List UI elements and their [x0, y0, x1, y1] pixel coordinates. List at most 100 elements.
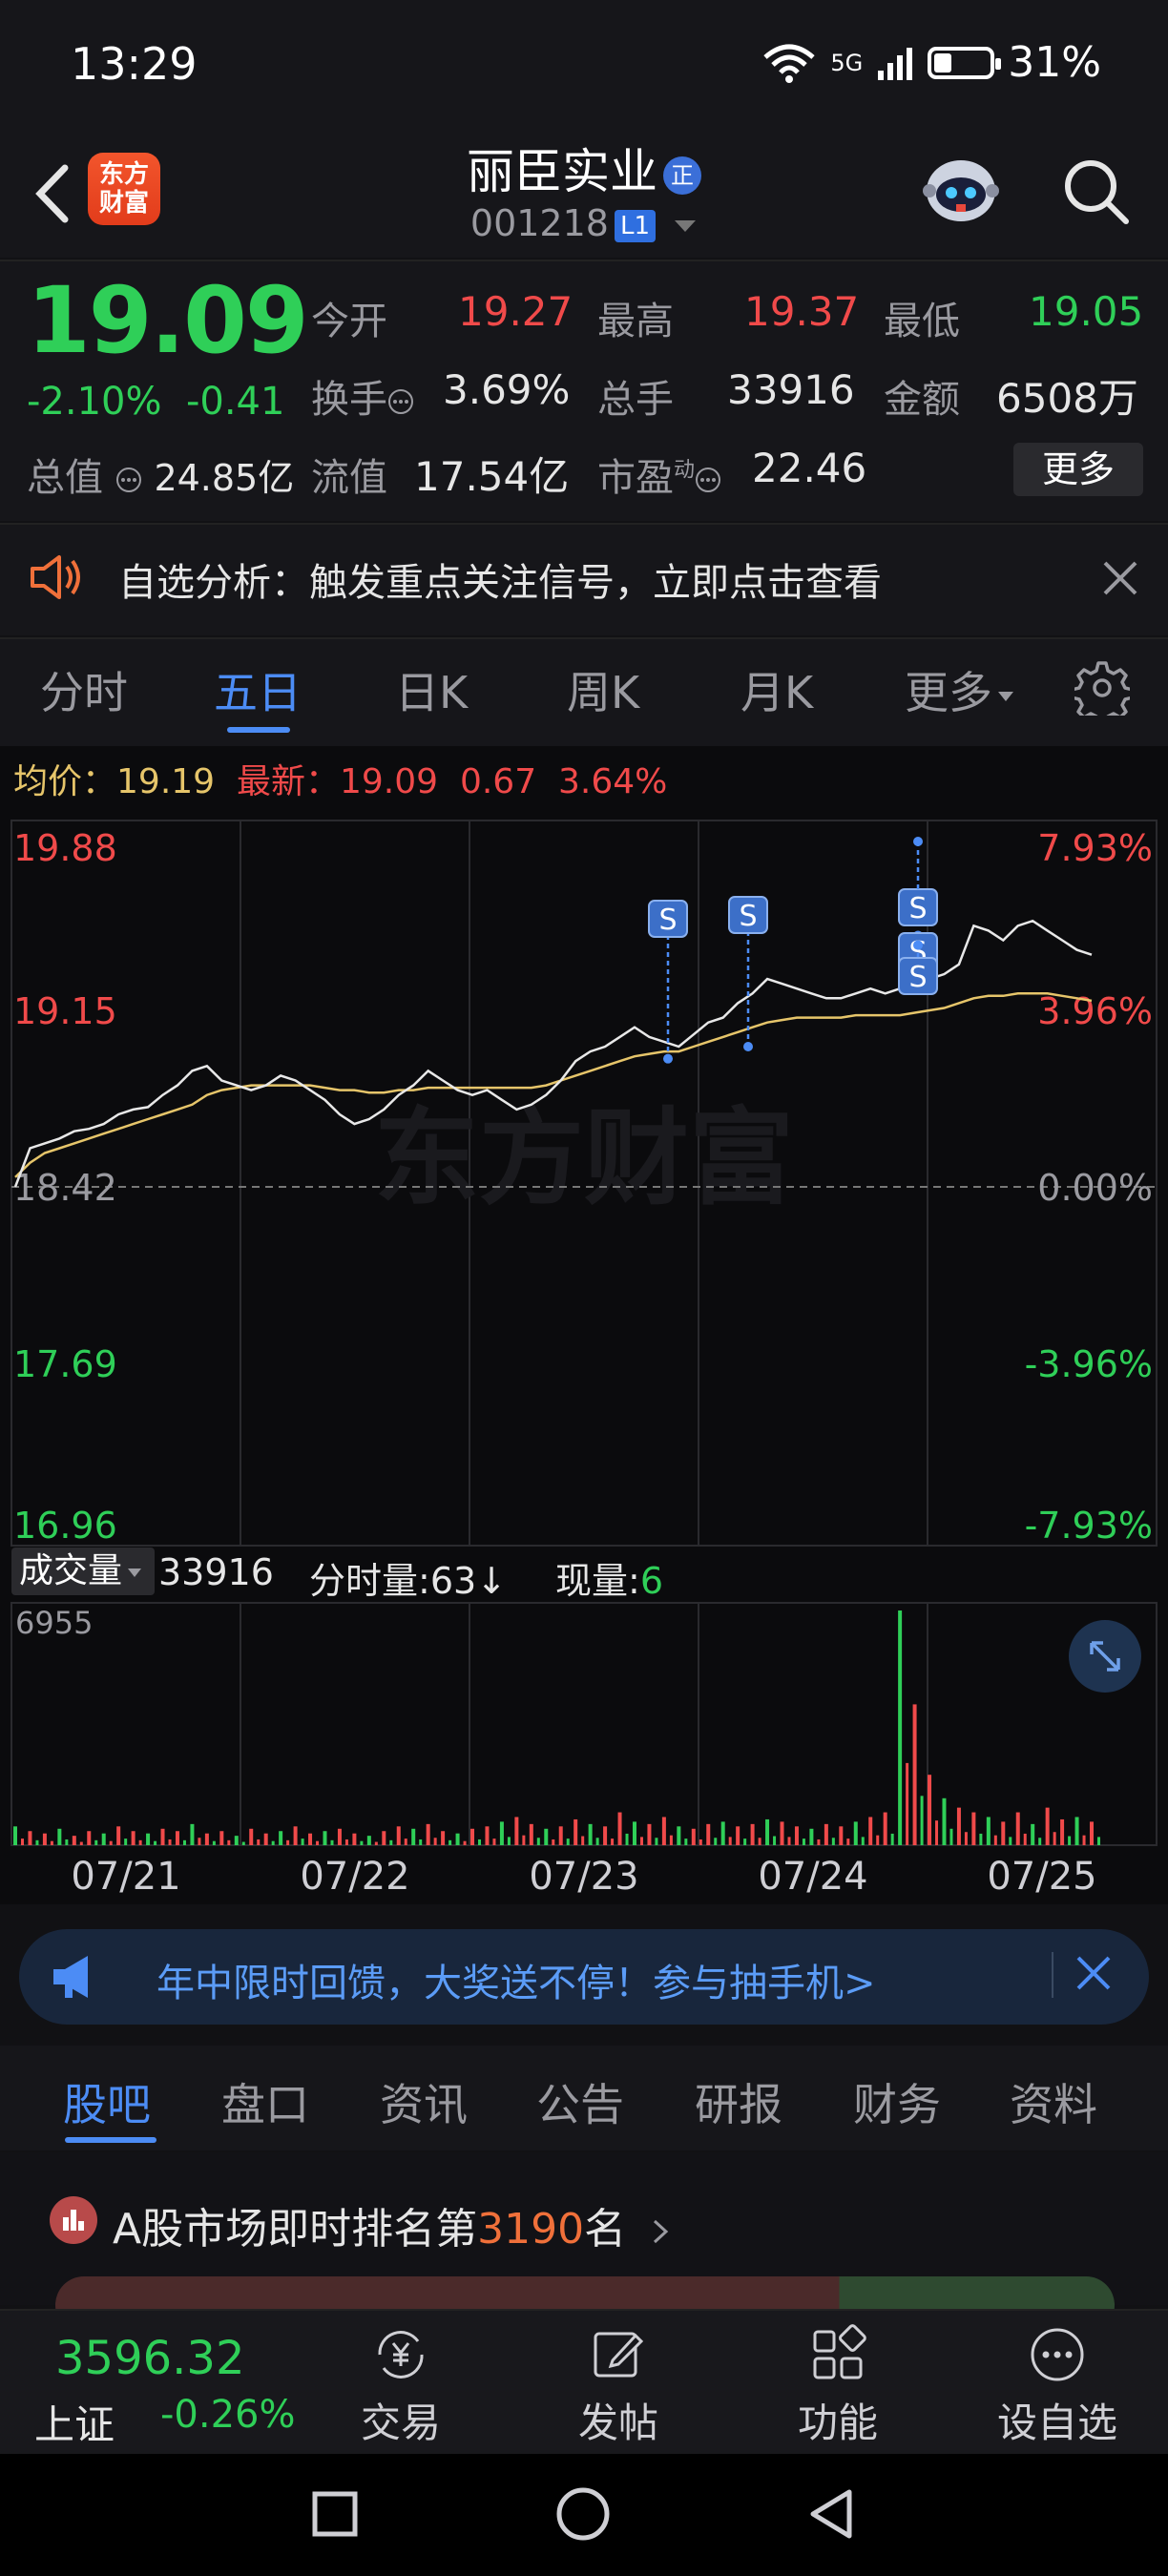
tab-guba[interactable]: 股吧: [63, 2070, 151, 2133]
add-watchlist-button[interactable]: 设自选: [981, 2318, 1134, 2449]
volume-ymax-label: 6955: [15, 1605, 93, 1641]
high-value: 19.37: [744, 288, 860, 335]
signal-marker-label: S: [908, 961, 927, 994]
home-icon[interactable]: [555, 2486, 611, 2542]
turnover-label: 换手: [311, 378, 387, 422]
total-value-row[interactable]: 总值 24.85亿: [27, 447, 294, 502]
volume-bar: [279, 1831, 283, 1845]
tab-intraday[interactable]: 分时: [40, 658, 128, 721]
trade-button[interactable]: 交易: [324, 2318, 477, 2449]
promo-text[interactable]: 年中限时回馈，大奖送不停！参与抽手机>: [156, 1952, 876, 2007]
change-abs: -0.41: [185, 380, 285, 424]
tab-daily-k[interactable]: 日K: [395, 658, 468, 721]
expand-chart-button[interactable]: [1069, 1620, 1141, 1693]
tab-research[interactable]: 研报: [695, 2070, 782, 2133]
search-icon[interactable]: [1059, 155, 1132, 227]
volume-bar: [780, 1821, 784, 1845]
tab-monthly-k[interactable]: 月K: [740, 658, 813, 721]
volume-bar: [595, 1838, 599, 1845]
tab-finance[interactable]: 财务: [853, 2070, 941, 2133]
volume-bar: [714, 1838, 718, 1845]
ranking-number: 3190: [477, 2205, 585, 2254]
signal-marker-label: S: [658, 904, 677, 937]
volume-bar: [330, 1839, 334, 1845]
y-tick-right: 3.96%: [1037, 990, 1153, 1032]
post-button[interactable]: 发帖: [542, 2318, 695, 2449]
post-label: 发帖: [577, 2399, 658, 2446]
grid-icon: [813, 2324, 866, 2379]
pe-label-row[interactable]: 市盈动: [597, 447, 721, 502]
volume-bar: [669, 1835, 673, 1845]
status-time: 13:29: [71, 38, 198, 90]
now-volume-label: 现量:: [555, 1560, 640, 1602]
megaphone-icon: [53, 1956, 88, 1998]
current-price: 19.09: [27, 267, 309, 374]
close-promo-icon[interactable]: [1067, 1946, 1120, 2000]
wifi-icon: [763, 44, 815, 83]
index-name[interactable]: 上证: [34, 2393, 115, 2451]
x-tick-label: 07/21: [71, 1855, 180, 1899]
info-dots-icon: [696, 467, 721, 492]
active-info-tab-indicator: [65, 2137, 156, 2143]
now-volume-value: 6: [639, 1560, 663, 1602]
volume-bar: [234, 1836, 239, 1845]
volume-bar: [817, 1839, 821, 1845]
volume-bar: [286, 1839, 290, 1845]
volume-selector[interactable]: 成交量: [11, 1548, 155, 1595]
volume-bar: [824, 1823, 828, 1845]
turnover-value: 3.69%: [443, 366, 571, 413]
x-tick-label: 07/24: [758, 1855, 867, 1899]
index-change[interactable]: -0.26%: [160, 2393, 296, 2437]
index-value[interactable]: 3596.32: [55, 2332, 245, 2385]
volume-bar: [219, 1831, 224, 1845]
volume-bar: [625, 1833, 629, 1845]
volume-bar: [787, 1837, 791, 1845]
volume-bar: [389, 1839, 393, 1845]
volume-bar: [463, 1840, 467, 1845]
robot-assistant-icon[interactable]: [918, 151, 1004, 231]
volume-bar: [499, 1821, 504, 1845]
volume-bar: [1074, 1817, 1079, 1845]
volume-bar: [920, 1796, 924, 1845]
tab-weekly-k[interactable]: 周K: [567, 658, 639, 721]
y-tick-right: -7.93%: [1025, 1505, 1153, 1547]
volume-bar: [87, 1831, 92, 1845]
tab-more[interactable]: 更多: [905, 658, 1015, 721]
volume-bar: [131, 1831, 136, 1845]
status-icons: 5G 31%: [761, 38, 1101, 87]
tick-volume-label: 分时量:: [309, 1560, 430, 1602]
volume-bar: [956, 1807, 961, 1845]
ranking-text[interactable]: A股市场即时排名第3190名: [113, 2194, 672, 2255]
volume-bar: [204, 1833, 209, 1845]
edit-icon: [594, 2332, 644, 2378]
volume-bar: [419, 1839, 423, 1845]
pe-superscript: 动: [674, 458, 696, 483]
volume-bar: [249, 1828, 254, 1845]
volume-bar: [227, 1839, 231, 1845]
volume-bar: [257, 1839, 261, 1845]
tab-profile[interactable]: 资料: [1010, 2070, 1097, 2133]
recent-apps-icon[interactable]: [311, 2490, 359, 2538]
add-watchlist-label: 设自选: [996, 2399, 1117, 2446]
watermark: 东方财富: [374, 1097, 794, 1219]
tick-volume-value: 63: [429, 1560, 477, 1602]
volume-bar: [366, 1836, 371, 1845]
float-value: 17.54亿: [414, 453, 570, 500]
volume-bar: [802, 1839, 805, 1845]
tab-five-day[interactable]: 五日: [214, 658, 302, 721]
back-nav-icon[interactable]: [807, 2488, 855, 2540]
volume-bar: [1068, 1836, 1072, 1845]
tab-news[interactable]: 资讯: [380, 2070, 468, 2133]
more-quote-button[interactable]: 更多: [1013, 443, 1143, 496]
tab-pankou[interactable]: 盘口: [221, 2070, 309, 2133]
turnover-label-row[interactable]: 换手: [311, 368, 414, 424]
close-notice-icon[interactable]: [1099, 557, 1141, 599]
five-day-chart[interactable]: 东方财富 19.88 7.93% 19.15 3.96% 18.42 0.00% 17.69 -…: [0, 746, 1168, 1904]
gear-icon[interactable]: [1074, 660, 1130, 716]
functions-button[interactable]: 功能: [761, 2318, 914, 2449]
volume-bar: [28, 1831, 32, 1845]
volume-bar: [706, 1823, 711, 1845]
volume-bar: [581, 1836, 585, 1845]
tab-announcements[interactable]: 公告: [536, 2070, 624, 2133]
notice-text[interactable]: 自选分析：触发重点关注信号，立即点击查看: [118, 551, 882, 607]
